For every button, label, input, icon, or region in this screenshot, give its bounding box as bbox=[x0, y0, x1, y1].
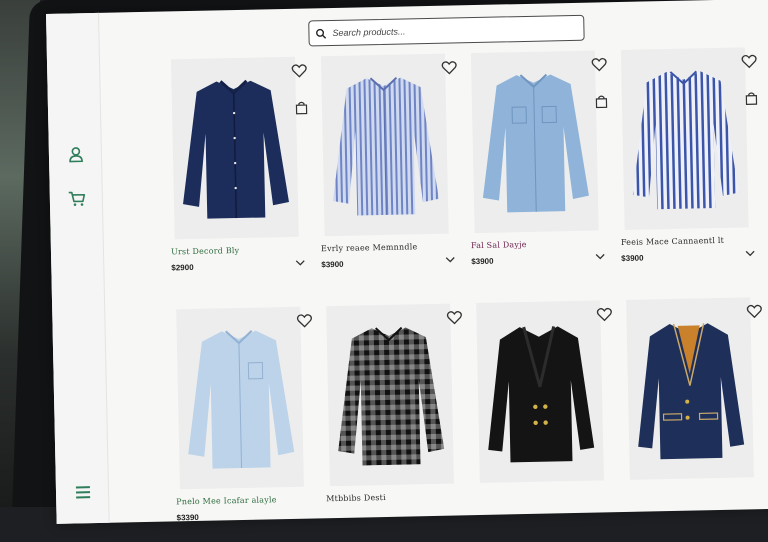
shirt-image bbox=[183, 79, 289, 219]
product-price: $3900 bbox=[471, 256, 494, 267]
product-card[interactable] bbox=[626, 297, 768, 530]
heart-icon[interactable] bbox=[741, 53, 757, 69]
search-icon bbox=[316, 28, 327, 39]
product-name[interactable]: Evrly reaee Memnndle bbox=[321, 242, 418, 253]
shopping-bag-icon[interactable] bbox=[595, 94, 608, 109]
shopping-bag-icon[interactable] bbox=[295, 101, 308, 115]
product-name[interactable]: Fal Sal Dayje bbox=[471, 240, 527, 250]
blazer-image bbox=[488, 326, 595, 463]
product-grid: Urst Decord Bly $2900 Evrly reaee Memnnd… bbox=[171, 47, 768, 539]
product-price: $3390 bbox=[176, 512, 199, 523]
shirt-image bbox=[188, 330, 295, 469]
heart-icon[interactable] bbox=[596, 306, 612, 322]
product-image[interactable] bbox=[470, 50, 608, 234]
product-card[interactable]: Pnelo Mee Icafar alayle $3390 bbox=[176, 306, 319, 539]
screen: Urst Decord Bly $2900 Evrly reaee Memnnd… bbox=[46, 0, 768, 524]
shopping-bag-icon[interactable] bbox=[745, 91, 758, 105]
shirt-image bbox=[632, 70, 739, 210]
chevron-down-icon[interactable] bbox=[745, 249, 755, 257]
shirt-image bbox=[332, 76, 439, 216]
user-icon[interactable] bbox=[67, 145, 85, 163]
shirt-image bbox=[338, 326, 445, 466]
chevron-down-icon[interactable] bbox=[595, 252, 605, 260]
product-card[interactable]: Mtbbibs Desti bbox=[326, 303, 469, 536]
product-image[interactable] bbox=[176, 306, 312, 490]
product-card[interactable]: Evrly reaee Memnndle $3900 bbox=[321, 53, 464, 286]
product-card[interactable]: Feeis Mace Cannaentl lt $3900 bbox=[621, 47, 764, 280]
product-image[interactable] bbox=[170, 56, 308, 240]
product-price: $2900 bbox=[171, 262, 194, 273]
cart-icon[interactable] bbox=[68, 189, 86, 207]
product-card[interactable] bbox=[476, 300, 619, 533]
menu-icon[interactable] bbox=[74, 483, 92, 501]
product-name[interactable]: Feeis Mace Cannaentl lt bbox=[621, 236, 724, 247]
heart-icon[interactable] bbox=[446, 309, 462, 325]
chevron-down-icon[interactable] bbox=[445, 255, 455, 263]
product-image[interactable] bbox=[626, 297, 762, 480]
product-name[interactable]: Mtbbibs Desti bbox=[326, 493, 386, 503]
product-name[interactable]: Pnelo Mee Icafar alayle bbox=[176, 495, 277, 506]
product-price: $3900 bbox=[621, 253, 644, 264]
shirt-image bbox=[482, 73, 589, 213]
search-bar[interactable] bbox=[308, 14, 585, 47]
product-card[interactable]: Fal Sal Dayje $3900 bbox=[471, 50, 614, 283]
product-image[interactable] bbox=[326, 303, 462, 487]
heart-icon[interactable] bbox=[591, 56, 607, 72]
sidebar bbox=[46, 12, 110, 524]
blazer-image bbox=[638, 323, 745, 460]
heart-icon[interactable] bbox=[746, 303, 762, 319]
search-input[interactable] bbox=[330, 21, 575, 40]
product-image[interactable] bbox=[476, 300, 612, 484]
chevron-down-icon[interactable] bbox=[295, 259, 305, 267]
product-image[interactable] bbox=[320, 53, 457, 237]
product-price: $3900 bbox=[321, 259, 344, 270]
heart-icon[interactable] bbox=[441, 59, 457, 75]
product-card[interactable]: Urst Decord Bly $2900 bbox=[170, 56, 314, 290]
product-name[interactable]: Urst Decord Bly bbox=[171, 246, 240, 256]
product-image[interactable] bbox=[620, 47, 758, 230]
heart-icon[interactable] bbox=[296, 312, 312, 328]
heart-icon[interactable] bbox=[291, 63, 307, 79]
